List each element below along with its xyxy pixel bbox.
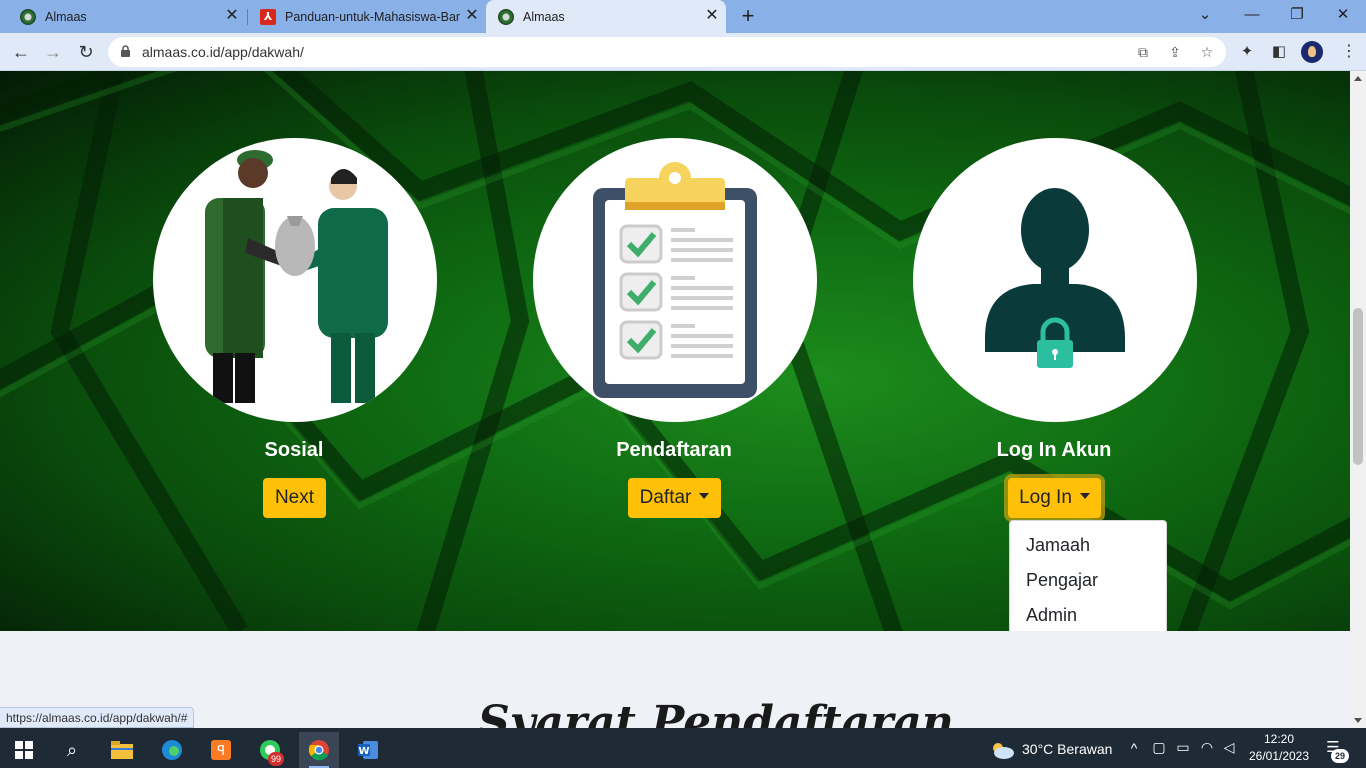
restore-icon[interactable]: ❐: [1284, 3, 1310, 27]
show-hidden-icons-chevron-icon[interactable]: ^: [1126, 740, 1142, 756]
charity-illustration: [153, 138, 437, 422]
clipboard-checklist-icon: [593, 162, 757, 398]
dropdown-item-pengajar[interactable]: Pengajar: [1010, 563, 1166, 598]
dropdown-item-jamaah[interactable]: Jamaah: [1010, 528, 1166, 563]
clock-time[interactable]: 12:20: [1246, 732, 1312, 746]
user-lock-illustration: [913, 138, 1197, 422]
wifi-icon[interactable]: ◠: [1198, 739, 1216, 756]
share-icon[interactable]: ⇪: [1166, 43, 1184, 61]
user-lock-icon: [985, 188, 1125, 368]
word-icon[interactable]: W: [348, 732, 388, 768]
scroll-down-arrow-icon[interactable]: [1354, 718, 1362, 723]
svg-text:ꟼ: ꟼ: [217, 744, 225, 759]
forward-arrow-icon[interactable]: →: [41, 40, 65, 64]
caret-down-icon: [699, 492, 710, 499]
weather-cloud-icon[interactable]: [984, 732, 1020, 768]
notification-count-badge: 29: [1331, 749, 1349, 763]
clipboard-illustration: [533, 138, 817, 422]
scroll-up-arrow-icon[interactable]: [1354, 76, 1362, 81]
minimize-icon[interactable]: —: [1239, 3, 1265, 27]
pdf-icon: ⅄: [260, 8, 276, 25]
feature-title-sosial: Sosial: [264, 439, 324, 461]
browser-title-bar: Almaas ✕ ⅄ Panduan-untuk-Mahasiswa-Baru …: [0, 0, 1366, 33]
windows-start-icon[interactable]: [4, 732, 44, 768]
edge-browser-icon[interactable]: [152, 732, 192, 768]
weather-text[interactable]: 30°C Berawan: [1022, 741, 1112, 757]
extensions-puzzle-icon[interactable]: ✦: [1237, 42, 1257, 62]
feature-title-login: Log In Akun: [996, 439, 1112, 461]
volume-icon[interactable]: ◁: [1220, 739, 1238, 756]
chrome-icon[interactable]: [299, 732, 339, 768]
dropdown-item-admin[interactable]: Admin: [1010, 598, 1166, 631]
tab-label: Almaas: [523, 9, 565, 24]
browser-menu-icon[interactable]: ⋮: [1340, 42, 1358, 62]
tab-search-chevron-icon[interactable]: ⌄: [1192, 3, 1218, 27]
clock-date[interactable]: 26/01/2023: [1246, 749, 1312, 763]
browser-toolbar: ← → ↻ almaas.co.id/app/dakwah/ ⧉ ⇪ ☆ ✦ ◧…: [0, 33, 1366, 71]
close-window-icon[interactable]: ✕: [1330, 3, 1356, 27]
login-dropdown-menu: Jamaah Pengajar Admin: [1009, 520, 1167, 631]
xampp-icon[interactable]: ꟼ: [201, 732, 241, 768]
requirements-section: Syarat Pendaftaran: [0, 631, 1350, 728]
almaas-favicon-icon: [498, 8, 514, 25]
hero-section: Sosial Next Pendaftaran Daftar Log In Ak…: [0, 71, 1350, 631]
whatsapp-unread-badge: 99: [268, 752, 284, 766]
windows-taskbar: ⌕ ꟼ 99 W 30°C Berawan ^ ▢ ▭ ◠ ◁ 12:20 26…: [0, 728, 1366, 768]
svg-text:W: W: [358, 746, 369, 757]
tab-almaas-active[interactable]: Almaas ✕: [486, 0, 726, 33]
search-icon[interactable]: ⌕: [52, 732, 92, 768]
translate-icon[interactable]: ⧉: [1134, 43, 1152, 61]
meet-now-icon[interactable]: ▢: [1150, 739, 1168, 756]
scrollbar-thumb[interactable]: [1353, 308, 1363, 465]
tab-almaas-1[interactable]: Almaas ✕: [0, 0, 246, 33]
login-button-label: Log In: [1019, 487, 1072, 508]
close-tab-icon[interactable]: ✕: [224, 8, 240, 24]
url-text: almaas.co.id/app/dakwah/: [142, 44, 304, 60]
login-dropdown-button[interactable]: Log In: [1008, 478, 1101, 518]
section-title: Syarat Pendaftaran: [478, 697, 954, 728]
lock-icon: [121, 45, 130, 57]
whatsapp-icon[interactable]: 99: [250, 732, 290, 768]
caret-down-icon: [1079, 492, 1090, 499]
battery-icon[interactable]: ▭: [1174, 739, 1192, 756]
bookmark-star-icon[interactable]: ☆: [1198, 43, 1216, 61]
tab-label: Panduan-untuk-Mahasiswa-Baru: [285, 9, 460, 24]
daftar-button-label: Daftar: [639, 487, 692, 508]
profile-avatar[interactable]: [1301, 41, 1323, 63]
tab-label: Almaas: [45, 9, 87, 24]
tab-panduan-pdf[interactable]: ⅄ Panduan-untuk-Mahasiswa-Baru ✕: [240, 0, 486, 33]
status-bar-url: https://almaas.co.id/app/dakwah/#: [0, 707, 195, 728]
next-button[interactable]: Next: [263, 478, 326, 518]
back-arrow-icon[interactable]: ←: [9, 40, 33, 64]
reload-icon[interactable]: ↻: [74, 40, 98, 64]
daftar-dropdown-button[interactable]: Daftar: [628, 478, 721, 518]
new-tab-plus-icon[interactable]: +: [736, 4, 760, 28]
close-tab-icon[interactable]: ✕: [704, 8, 720, 24]
file-explorer-icon[interactable]: [102, 732, 142, 768]
charity-people-icon: [205, 150, 388, 403]
feature-title-pendaftaran: Pendaftaran: [616, 439, 732, 461]
address-bar[interactable]: almaas.co.id/app/dakwah/ ⧉ ⇪ ☆: [108, 37, 1226, 67]
page-scrollbar[interactable]: [1350, 71, 1366, 728]
side-panel-icon[interactable]: ◧: [1269, 42, 1289, 62]
close-tab-icon[interactable]: ✕: [464, 8, 480, 24]
almaas-favicon-icon: [20, 8, 36, 25]
